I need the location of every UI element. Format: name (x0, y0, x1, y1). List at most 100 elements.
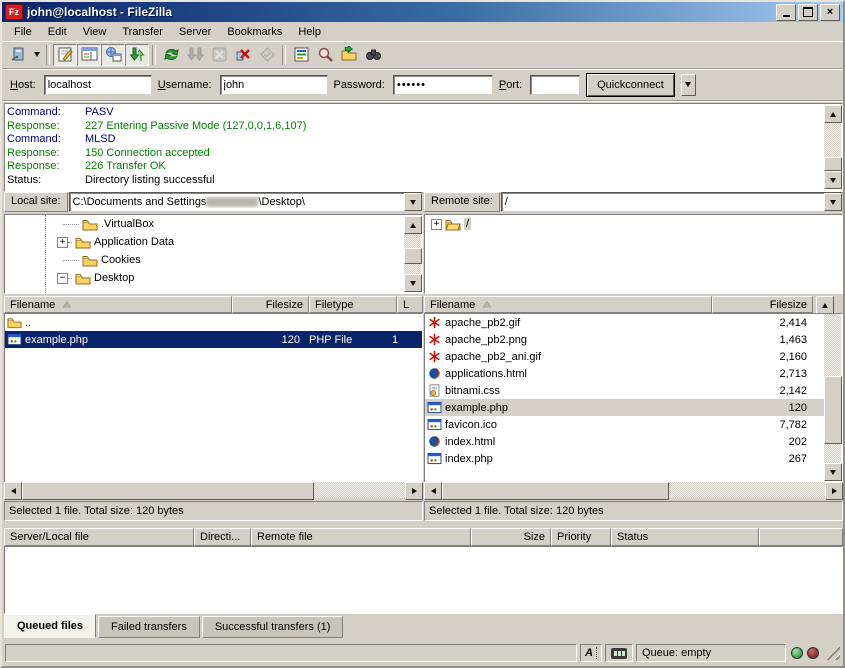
directory-comparison-button[interactable] (313, 44, 337, 66)
menu-transfer[interactable]: Transfer (114, 24, 171, 40)
menu-server[interactable]: Server (171, 24, 219, 40)
menu-edit[interactable]: Edit (40, 24, 75, 40)
menu-help[interactable]: Help (290, 24, 329, 40)
file-row[interactable]: apache_pb2.gif 2,414 (425, 314, 842, 331)
local-tree-scrollbar[interactable] (404, 216, 421, 292)
folder-icon (82, 254, 98, 267)
remote-site-label: Remote site: (424, 192, 500, 212)
disconnect-button[interactable] (231, 44, 255, 66)
quickconnect-bar: Host: Username: Password: Port: Quickcon… (2, 69, 843, 101)
quickconnect-button[interactable]: Quickconnect (586, 73, 675, 97)
file-row[interactable]: apache_pb2.png 1,463 (425, 331, 842, 348)
ico-file-icon (427, 418, 442, 431)
local-horizontal-scrollbar[interactable] (4, 482, 423, 498)
remote-path-combobox[interactable]: / (501, 192, 843, 212)
image-file-icon (427, 316, 442, 329)
local-selection-summary: Selected 1 file. Total size: 120 bytes (9, 505, 184, 517)
menu-view[interactable]: View (75, 24, 115, 40)
tree-item-cookies[interactable]: Cookies (5, 251, 422, 269)
collapse-icon[interactable]: − (57, 273, 68, 284)
title-bar[interactable]: Fz john@localhost - FileZilla × (2, 2, 843, 22)
remote-list-scrollbar[interactable] (824, 314, 841, 481)
site-manager-dropdown[interactable] (30, 44, 43, 66)
column-header-filetype[interactable]: Filetype (309, 296, 397, 313)
tree-item-root[interactable]: + / (425, 215, 842, 233)
column-header-last-modified[interactable]: L (397, 296, 423, 313)
find-files-button[interactable] (361, 44, 385, 66)
tab-successful-transfers[interactable]: Successful transfers (1) (202, 616, 344, 638)
cancel-operation-button[interactable] (207, 44, 231, 66)
expand-icon[interactable]: + (431, 219, 442, 230)
tree-guide-line (45, 215, 46, 293)
file-row[interactable]: bitnami.css 2,142 (425, 382, 842, 399)
tab-failed-transfers[interactable]: Failed transfers (98, 616, 200, 638)
site-manager-button[interactable] (6, 44, 30, 66)
reconnect-button[interactable] (255, 44, 279, 66)
local-path-dropdown[interactable] (404, 193, 422, 211)
resize-grip[interactable] (826, 646, 840, 660)
column-header-filename[interactable]: Filename (4, 296, 232, 313)
tree-item-desktop[interactable]: − Desktop (5, 269, 422, 287)
window-title: john@localhost - FileZilla (27, 5, 774, 19)
password-label: Password: (334, 79, 385, 91)
maximize-button[interactable] (798, 4, 818, 21)
expand-icon[interactable]: + (57, 237, 68, 248)
column-header-size[interactable]: Size (471, 528, 551, 546)
local-path-combobox[interactable]: C:\Documents and Settings\Desktop\ (69, 192, 423, 212)
column-header-filesize[interactable]: Filesize (232, 296, 309, 313)
transfer-type-indicator-icon[interactable]: A (580, 644, 602, 662)
file-row[interactable]: index.php 267 (425, 450, 842, 467)
host-input[interactable] (44, 75, 152, 95)
port-input[interactable] (530, 75, 580, 95)
password-input[interactable] (393, 75, 493, 95)
column-header-filler (759, 528, 843, 546)
process-queue-button[interactable] (183, 44, 207, 66)
toggle-local-tree-button[interactable] (77, 44, 101, 66)
local-list-header: Filename Filesize Filetype L (4, 296, 423, 313)
queue-list[interactable] (4, 546, 843, 614)
column-header-direction[interactable]: Directi... (194, 528, 251, 546)
log-scrollbar[interactable] (824, 105, 841, 189)
tab-queued-files[interactable]: Queued files (4, 614, 96, 638)
synchronized-browsing-button[interactable] (337, 44, 361, 66)
speed-limits-indicator-icon[interactable] (605, 644, 633, 662)
toggle-remote-tree-button[interactable] (101, 44, 125, 66)
column-header-server-local-file[interactable]: Server/Local file (4, 528, 194, 546)
file-name: example.php (25, 334, 231, 346)
file-row[interactable]: apache_pb2_ani.gif 2,160 (425, 348, 842, 365)
file-row-parent-directory[interactable]: .. (5, 314, 422, 331)
menu-bookmarks[interactable]: Bookmarks (219, 24, 290, 40)
menu-file[interactable]: File (6, 24, 40, 40)
tree-item-label: Application Data (94, 236, 174, 248)
remote-horizontal-scrollbar[interactable] (424, 482, 843, 498)
column-header-status[interactable]: Status (611, 528, 759, 546)
quickconnect-dropdown[interactable] (681, 74, 696, 96)
message-log-lines: Command:PASV Response:227 Entering Passi… (7, 106, 823, 189)
close-button[interactable]: × (820, 4, 840, 21)
file-row[interactable]: favicon.ico 7,782 (425, 416, 842, 433)
local-path-prefix: C:\Documents and Settings (73, 196, 207, 208)
file-row-example-php[interactable]: example.php 120 PHP File 1 (5, 331, 422, 348)
file-row-example-php[interactable]: example.php 120 (425, 399, 842, 416)
tree-item-application-data[interactable]: + Application Data (5, 233, 422, 251)
column-header-filename[interactable]: Filename (424, 296, 712, 313)
column-header-filesize[interactable]: Filesize (712, 296, 813, 313)
filter-listings-button[interactable] (289, 44, 313, 66)
remote-path-dropdown[interactable] (824, 193, 842, 211)
remote-list-scroll-up[interactable] (816, 296, 834, 314)
username-input[interactable] (220, 75, 328, 95)
refresh-button[interactable] (159, 44, 183, 66)
file-row[interactable]: index.html 202 (425, 433, 842, 450)
file-name: example.php (445, 402, 713, 414)
file-name: apache_pb2.png (445, 334, 713, 346)
toggle-transfer-queue-button[interactable] (125, 44, 149, 66)
php-file-icon (427, 452, 442, 465)
column-header-priority[interactable]: Priority (551, 528, 611, 546)
log-line-text: 150 Connection accepted (85, 147, 210, 161)
toggle-message-log-button[interactable] (53, 44, 77, 66)
file-name: index.php (445, 453, 713, 465)
tree-item-virtualbox[interactable]: .VirtualBox (5, 215, 422, 233)
file-row[interactable]: applications.html 2,713 (425, 365, 842, 382)
column-header-remote-file[interactable]: Remote file (251, 528, 471, 546)
minimize-button[interactable] (776, 4, 796, 21)
